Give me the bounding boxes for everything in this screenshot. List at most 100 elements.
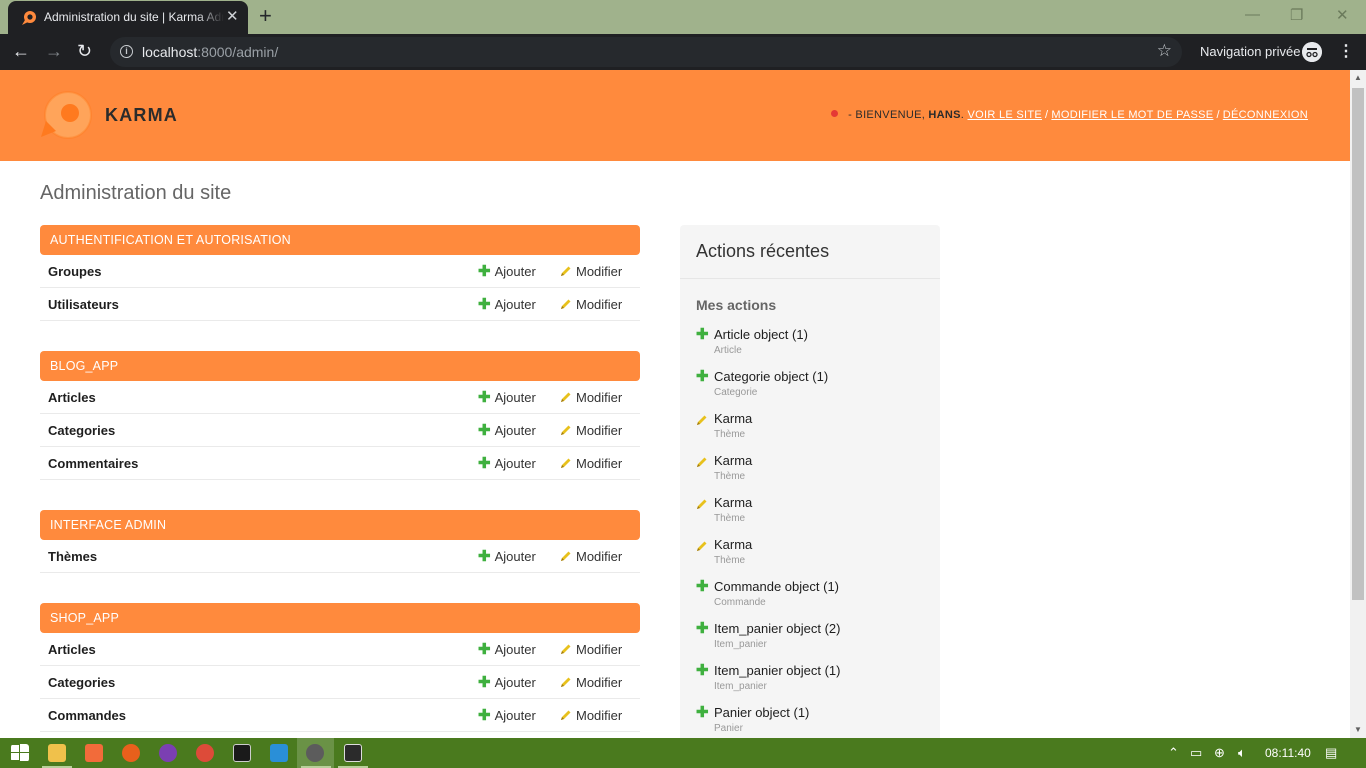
- chrome-icon[interactable]: [196, 744, 214, 762]
- url-host: localhost: [142, 44, 198, 60]
- module-caption[interactable]: Shop_App: [40, 603, 640, 633]
- site-info-icon[interactable]: i: [120, 45, 133, 58]
- photos-icon[interactable]: [344, 744, 362, 762]
- table-row: Commandes ✚ Ajouter Modifier: [40, 699, 640, 732]
- terminal-icon[interactable]: [233, 744, 251, 762]
- minimize-icon[interactable]: —: [1245, 6, 1260, 23]
- plus-icon: ✚: [478, 263, 491, 280]
- model-link-groupes[interactable]: Groupes: [48, 264, 101, 279]
- change-link[interactable]: Modifier: [560, 549, 622, 564]
- change-link[interactable]: Modifier: [560, 456, 622, 471]
- incognito-icon[interactable]: [1302, 42, 1322, 62]
- windows-start-icon[interactable]: [11, 744, 29, 762]
- add-link[interactable]: ✚ Ajouter: [478, 264, 536, 279]
- add-link[interactable]: ✚ Ajouter: [478, 423, 536, 438]
- tab-close-icon[interactable]: ✕: [226, 9, 239, 25]
- add-link[interactable]: ✚ Ajouter: [478, 456, 536, 471]
- notifications-icon[interactable]: ▤: [1325, 745, 1337, 761]
- model-link-themes[interactable]: Thèmes: [48, 549, 97, 564]
- xampp-icon[interactable]: [85, 744, 103, 762]
- new-tab-button[interactable]: +: [259, 4, 272, 28]
- add-link[interactable]: ✚ Ajouter: [478, 675, 536, 690]
- add-link[interactable]: ✚ Ajouter: [478, 642, 536, 657]
- scroll-up-icon[interactable]: ▲: [1354, 73, 1362, 82]
- recent-object-link[interactable]: Panier object (1): [714, 705, 932, 720]
- add-link[interactable]: ✚ Ajouter: [478, 708, 536, 723]
- change-label: Modifier: [576, 708, 623, 723]
- model-link-categories[interactable]: Categories: [48, 675, 115, 690]
- recent-object-type: Commande: [714, 597, 766, 608]
- volume-icon[interactable]: 🔈︎: [1238, 745, 1246, 761]
- module-caption[interactable]: Interface Admin: [40, 510, 640, 540]
- change-link[interactable]: Modifier: [560, 297, 622, 312]
- model-link-commandes[interactable]: Commandes: [48, 708, 126, 723]
- recent-action-item: Karma Thème: [696, 495, 932, 537]
- user-tools: - BIENVENUE, HANS. VOIR LE SITE / MODIFIER…: [831, 109, 1308, 121]
- vscode-icon[interactable]: [270, 744, 288, 762]
- reload-icon[interactable]: ↻: [77, 41, 92, 61]
- add-label: Ajouter: [494, 456, 536, 471]
- logout-link[interactable]: DÉCONNEXION: [1223, 109, 1308, 121]
- change-link[interactable]: Modifier: [560, 642, 622, 657]
- change-link[interactable]: Modifier: [560, 708, 622, 723]
- close-window-icon[interactable]: ✕: [1336, 6, 1349, 24]
- firefox-icon[interactable]: [122, 744, 140, 762]
- recent-object-link[interactable]: Categorie object (1): [714, 369, 932, 384]
- address-bar[interactable]: i localhost:8000/admin/ ☆: [110, 37, 1182, 67]
- plus-icon: ✚: [478, 296, 491, 313]
- model-link-utilisateurs[interactable]: Utilisateurs: [48, 297, 119, 312]
- change-link[interactable]: Modifier: [560, 675, 622, 690]
- model-link-articles[interactable]: Articles: [48, 642, 96, 657]
- change-label: Modifier: [576, 264, 623, 279]
- plus-icon: ✚: [478, 641, 491, 658]
- model-link-commentaires[interactable]: Commentaires: [48, 456, 138, 471]
- add-action-icon: ✚: [696, 368, 709, 385]
- recent-object-link[interactable]: Item_panier object (1): [714, 663, 932, 678]
- network-icon[interactable]: ⊕: [1214, 745, 1225, 761]
- clock[interactable]: 08:11:40: [1265, 746, 1311, 760]
- file-explorer-icon[interactable]: [48, 744, 66, 762]
- recent-object-link[interactable]: Karma: [714, 453, 932, 468]
- scrollbar-thumb[interactable]: [1352, 88, 1364, 600]
- add-link[interactable]: ✚ Ajouter: [478, 549, 536, 564]
- back-arrow-icon[interactable]: ←: [12, 41, 30, 61]
- bookmark-star-icon[interactable]: ☆: [1157, 41, 1172, 61]
- add-label: Ajouter: [494, 675, 536, 690]
- karma-logo-icon[interactable]: [40, 91, 92, 143]
- change-link[interactable]: Modifier: [560, 423, 622, 438]
- pencil-icon: [561, 677, 571, 687]
- recent-object-link[interactable]: Karma: [714, 537, 932, 552]
- battery-icon[interactable]: ▭: [1190, 745, 1202, 761]
- recent-object-link[interactable]: Karma: [714, 411, 932, 426]
- restore-icon[interactable]: ❐: [1290, 6, 1303, 24]
- module-caption[interactable]: Authentification et autorisation: [40, 225, 640, 255]
- module-caption[interactable]: Blog_App: [40, 351, 640, 381]
- chrome-incognito-icon[interactable]: [306, 744, 324, 762]
- app-icon[interactable]: [159, 744, 177, 762]
- add-link[interactable]: ✚ Ajouter: [478, 297, 536, 312]
- site-brand[interactable]: KARMA: [105, 105, 178, 126]
- url-text[interactable]: localhost:8000/admin/: [142, 44, 278, 60]
- recent-object-link[interactable]: Commande object (1): [714, 579, 932, 594]
- scroll-down-icon[interactable]: ▼: [1354, 725, 1362, 734]
- plus-icon: ✚: [478, 707, 491, 724]
- change-link[interactable]: Modifier: [560, 390, 622, 405]
- forward-arrow-icon[interactable]: →: [45, 41, 63, 61]
- page-scrollbar[interactable]: ▲ ▼: [1350, 70, 1366, 738]
- model-link-categories[interactable]: Categories: [48, 423, 115, 438]
- browser-menu-icon[interactable]: ⋮: [1338, 43, 1354, 61]
- recent-object-link[interactable]: Item_panier object (2): [714, 621, 932, 636]
- change-link[interactable]: Modifier: [560, 264, 622, 279]
- change-password-link[interactable]: MODIFIER LE MOT DE PASSE: [1051, 109, 1213, 121]
- view-site-link[interactable]: VOIR LE SITE: [968, 109, 1043, 121]
- recent-action-item: ✚ Commande object (1) Commande: [696, 579, 932, 621]
- change-label: Modifier: [576, 423, 623, 438]
- recent-object-link[interactable]: Karma: [714, 495, 932, 510]
- separator: /: [1216, 109, 1220, 121]
- model-link-articles[interactable]: Articles: [48, 390, 96, 405]
- recent-object-link[interactable]: Article object (1): [714, 327, 932, 342]
- add-link[interactable]: ✚ Ajouter: [478, 390, 536, 405]
- table-row: Groupes ✚ Ajouter Modifier: [40, 255, 640, 288]
- browser-tab[interactable]: Administration du site | Karma Admin ✕: [8, 1, 248, 34]
- tray-chevron-icon[interactable]: ⌃: [1168, 745, 1179, 761]
